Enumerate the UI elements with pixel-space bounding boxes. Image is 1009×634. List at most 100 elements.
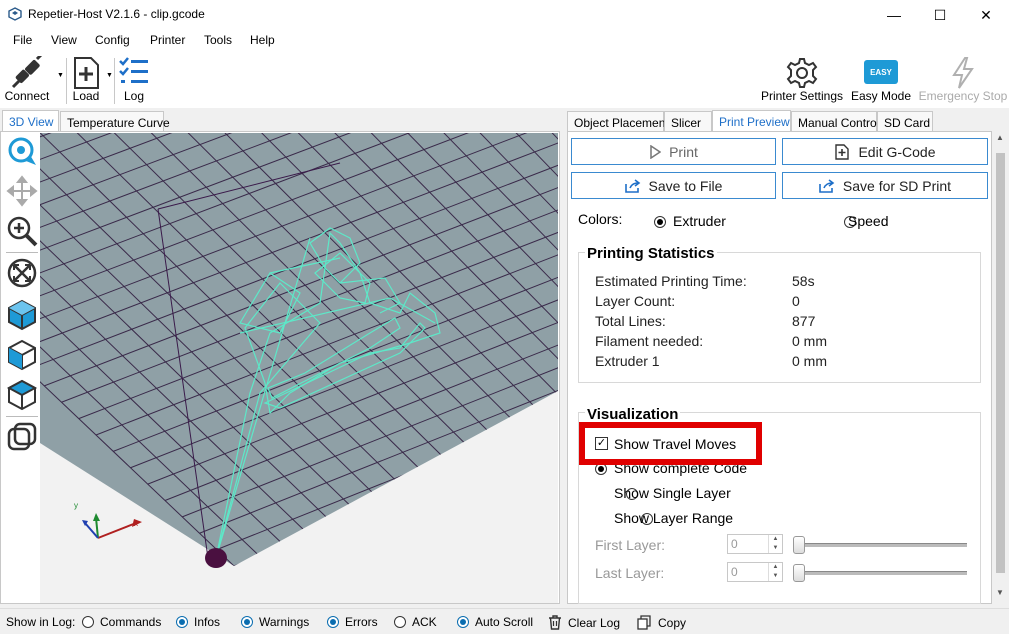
- colors-label: Colors:: [578, 211, 623, 227]
- log-list-icon: [119, 57, 148, 83]
- show-layer-range-label: Show Layer Range: [614, 510, 734, 526]
- show-complete-row[interactable]: Show complete Code: [590, 465, 770, 477]
- show-complete-code-label: Show complete Code: [614, 465, 748, 476]
- load-button[interactable]: Load: [68, 52, 104, 108]
- fit-view-icon[interactable]: [6, 257, 38, 289]
- svg-text:x: x: [134, 519, 138, 528]
- infos-radio[interactable]: [176, 616, 188, 628]
- commands-radio[interactable]: [82, 616, 94, 628]
- front-view-icon[interactable]: [6, 339, 38, 371]
- errors-radio[interactable]: [327, 616, 339, 628]
- speed-color-label: Speed: [848, 213, 889, 229]
- auto-scroll-radio[interactable]: [457, 616, 469, 628]
- scrollbar-thumb[interactable]: [996, 153, 1005, 573]
- tab-slicer[interactable]: Slicer: [664, 111, 712, 133]
- show-single-layer-label: Show Single Layer: [614, 485, 731, 501]
- tab-sd-card[interactable]: SD Card: [877, 111, 933, 133]
- last-layer-label: Last Layer:: [595, 565, 665, 581]
- warnings-label: Warnings: [259, 615, 310, 629]
- edit-gcode-label: Edit G-Code: [858, 143, 936, 160]
- stat-value: 0: [792, 293, 800, 309]
- last-layer-slider-thumb[interactable]: [793, 564, 805, 582]
- menu-help[interactable]: Help: [250, 33, 275, 47]
- emergency-stop-button[interactable]: Emergency Stop: [918, 52, 1008, 108]
- printer-settings-label: Printer Settings: [760, 89, 844, 103]
- save-to-file-button[interactable]: Save to File: [571, 172, 776, 199]
- last-layer-slider-track[interactable]: [795, 571, 967, 575]
- ack-radio[interactable]: [394, 616, 406, 628]
- show-travel-moves-checkbox[interactable]: ✓: [595, 437, 608, 450]
- plug-icon: [11, 56, 43, 89]
- lightning-icon: [952, 57, 974, 89]
- last-layer-spinner[interactable]: 0 ▲ ▼: [727, 562, 783, 582]
- first-layer-spinner[interactable]: 0 ▲ ▼: [727, 534, 783, 554]
- menu-tools[interactable]: Tools: [204, 33, 232, 47]
- rotate-view-icon[interactable]: [6, 135, 38, 167]
- log-ack-toggle[interactable]: ACK: [394, 615, 437, 629]
- log-warnings-toggle[interactable]: Warnings: [241, 615, 309, 629]
- iso-view-icon[interactable]: [6, 299, 38, 331]
- auto-scroll-toggle[interactable]: Auto Scroll: [457, 615, 533, 629]
- print-button[interactable]: Print: [571, 138, 776, 165]
- clear-log-button[interactable]: Clear Log: [548, 615, 620, 630]
- load-file-icon: [74, 57, 99, 89]
- extruder-color-radio[interactable]: [654, 215, 666, 228]
- tab-temperature-curve[interactable]: Temperature Curve: [60, 111, 170, 133]
- tab-3d-view[interactable]: 3D View: [2, 110, 59, 133]
- scroll-down-icon[interactable]: ▼: [996, 588, 1004, 597]
- log-commands-toggle[interactable]: Commands: [82, 615, 161, 629]
- log-errors-toggle[interactable]: Errors: [327, 615, 378, 629]
- move-view-icon[interactable]: [6, 175, 38, 207]
- connect-button[interactable]: Connect: [2, 52, 52, 108]
- first-layer-slider-track[interactable]: [795, 543, 967, 547]
- zoom-icon[interactable]: [6, 215, 38, 247]
- svg-text:y: y: [74, 501, 78, 510]
- menu-printer[interactable]: Printer: [150, 33, 185, 47]
- minimize-button[interactable]: —: [871, 0, 917, 30]
- menu-config[interactable]: Config: [95, 33, 130, 47]
- load-dropdown-icon[interactable]: ▼: [106, 72, 113, 79]
- copy-button[interactable]: Copy: [637, 615, 686, 630]
- easy-mode-button[interactable]: EASY Easy Mode: [850, 52, 912, 108]
- tab-print-preview[interactable]: Print Preview: [712, 110, 791, 133]
- connect-dropdown-icon[interactable]: ▼: [57, 72, 64, 79]
- commands-label: Commands: [100, 615, 162, 629]
- warnings-radio[interactable]: [241, 616, 253, 628]
- log-infos-toggle[interactable]: Infos: [176, 615, 220, 629]
- copy-label: Copy: [658, 615, 687, 630]
- save-to-file-label: Save to File: [648, 177, 723, 194]
- copy-icon: [637, 615, 651, 630]
- parallel-projection-icon[interactable]: [6, 421, 38, 453]
- stat-label: Filament needed:: [595, 333, 704, 349]
- save-sd-button[interactable]: Save for SD Print: [782, 172, 988, 199]
- spinner-arrows-icon[interactable]: ▲ ▼: [768, 563, 782, 581]
- auto-scroll-label: Auto Scroll: [475, 615, 534, 629]
- stat-label: Total Lines:: [595, 313, 666, 329]
- 3d-viewport[interactable]: x y: [40, 133, 558, 603]
- print-bed-canvas: x y: [40, 133, 558, 568]
- spinner-arrows-icon[interactable]: ▲ ▼: [768, 535, 782, 553]
- close-button[interactable]: ✕: [963, 0, 1009, 30]
- menu-view[interactable]: View: [51, 33, 77, 47]
- scroll-up-icon[interactable]: ▲: [996, 133, 1004, 142]
- stat-label: Extruder 1: [595, 353, 660, 369]
- show-travel-moves-label: Show Travel Moves: [614, 436, 737, 452]
- window-title: Repetier-Host V2.1.6 - clip.gcode: [28, 7, 205, 21]
- vertical-scrollbar[interactable]: ▲ ▼: [992, 131, 1009, 604]
- last-layer-value: 0: [731, 565, 738, 579]
- edit-gcode-button[interactable]: Edit G-Code: [782, 138, 988, 165]
- tab-manual-control[interactable]: Manual Control: [791, 111, 879, 133]
- toolbar-separator: [114, 58, 115, 104]
- top-view-icon[interactable]: [6, 379, 38, 411]
- printer-settings-button[interactable]: Printer Settings: [759, 52, 845, 108]
- show-complete-code-radio[interactable]: [595, 465, 607, 475]
- first-layer-slider-thumb[interactable]: [793, 536, 805, 554]
- sidebar-separator: [6, 416, 38, 417]
- maximize-button[interactable]: ☐: [917, 0, 963, 30]
- log-button[interactable]: Log: [116, 52, 152, 108]
- app-logo-icon: [8, 7, 22, 21]
- tab-object-placement[interactable]: Object Placement: [567, 111, 669, 133]
- stat-label: Layer Count:: [595, 293, 676, 309]
- menu-file[interactable]: File: [13, 33, 32, 47]
- clear-log-label: Clear Log: [568, 615, 621, 630]
